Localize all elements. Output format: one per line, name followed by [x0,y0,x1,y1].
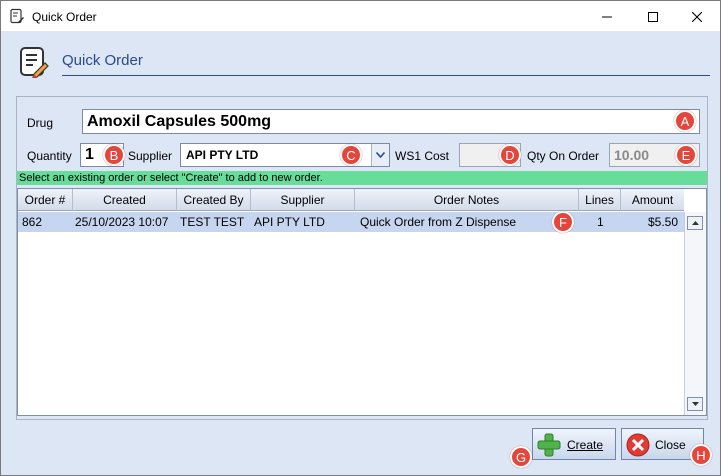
cell-lines: 1 [597,215,604,229]
column-header-order-number[interactable]: Order # [18,189,73,211]
annotation-marker-a: A [674,110,696,132]
dialog-header: Quick Order [2,33,720,91]
create-button[interactable]: Create [532,428,616,460]
annotation-marker-h: H [690,444,712,466]
vertical-scrollbar[interactable] [684,212,706,415]
column-header-created-by[interactable]: Created By [177,189,251,211]
column-header-amount[interactable]: Amount [621,189,684,211]
quantity-label: Quantity [27,149,72,163]
maximize-button[interactable] [630,1,676,32]
grid-header: Order # Created Created By Supplier Orde… [18,189,684,211]
column-header-created[interactable]: Created [73,189,177,211]
scroll-up-button[interactable] [687,216,703,230]
close-button-label: Close [655,438,686,452]
create-button-label: Create [567,438,604,452]
cell-created-by: TEST TEST [180,215,245,229]
close-window-button[interactable] [674,1,720,32]
annotation-marker-c: C [340,144,362,166]
annotation-marker-d: D [499,144,521,166]
column-header-lines[interactable]: Lines [579,189,621,211]
orders-grid: Order # Created Created By Supplier Orde… [17,188,707,416]
maximize-icon [648,11,658,22]
close-icon [692,11,702,22]
scroll-down-button[interactable] [687,397,703,411]
instruction-banner: Select an existing order or select "Crea… [17,171,707,185]
cell-order-number: 862 [22,215,43,229]
qty-on-order-label: Qty On Order [527,149,600,163]
page-title: Quick Order [62,52,143,69]
supplier-dropdown-button[interactable] [371,144,389,166]
cell-supplier: API PTY LTD [254,215,325,229]
note-edit-icon [10,8,24,24]
arrow-up-icon [691,221,699,225]
minimize-icon [602,16,612,17]
column-header-supplier[interactable]: Supplier [251,189,355,211]
minimize-button[interactable] [584,1,630,32]
table-row[interactable]: 862 25/10/2023 10:07 TEST TEST API PTY L… [18,212,684,232]
arrow-down-icon [691,402,699,406]
cell-order-notes: Quick Order from Z Dispense [360,215,517,229]
annotation-marker-b: B [103,144,125,166]
window-title: Quick Order [32,10,97,24]
cell-created: 25/10/2023 10:07 [75,215,169,229]
chevron-down-icon [376,152,385,158]
ws1-cost-label: WS1 Cost [395,149,450,163]
title-bar[interactable]: Quick Order [1,1,720,32]
annotation-marker-f: F [552,211,574,233]
drug-label: Drug [27,116,54,130]
plus-icon [537,433,561,457]
column-header-order-notes[interactable]: Order Notes [355,189,579,211]
annotation-marker-g: G [510,446,532,468]
order-notepad-icon [20,47,49,78]
annotation-marker-e: E [675,144,697,166]
header-divider [62,75,710,76]
drug-field[interactable]: Amoxil Capsules 500mg [82,109,700,134]
close-circle-icon [626,433,650,457]
cell-amount: $5.50 [648,215,679,229]
supplier-label: Supplier [128,149,173,163]
